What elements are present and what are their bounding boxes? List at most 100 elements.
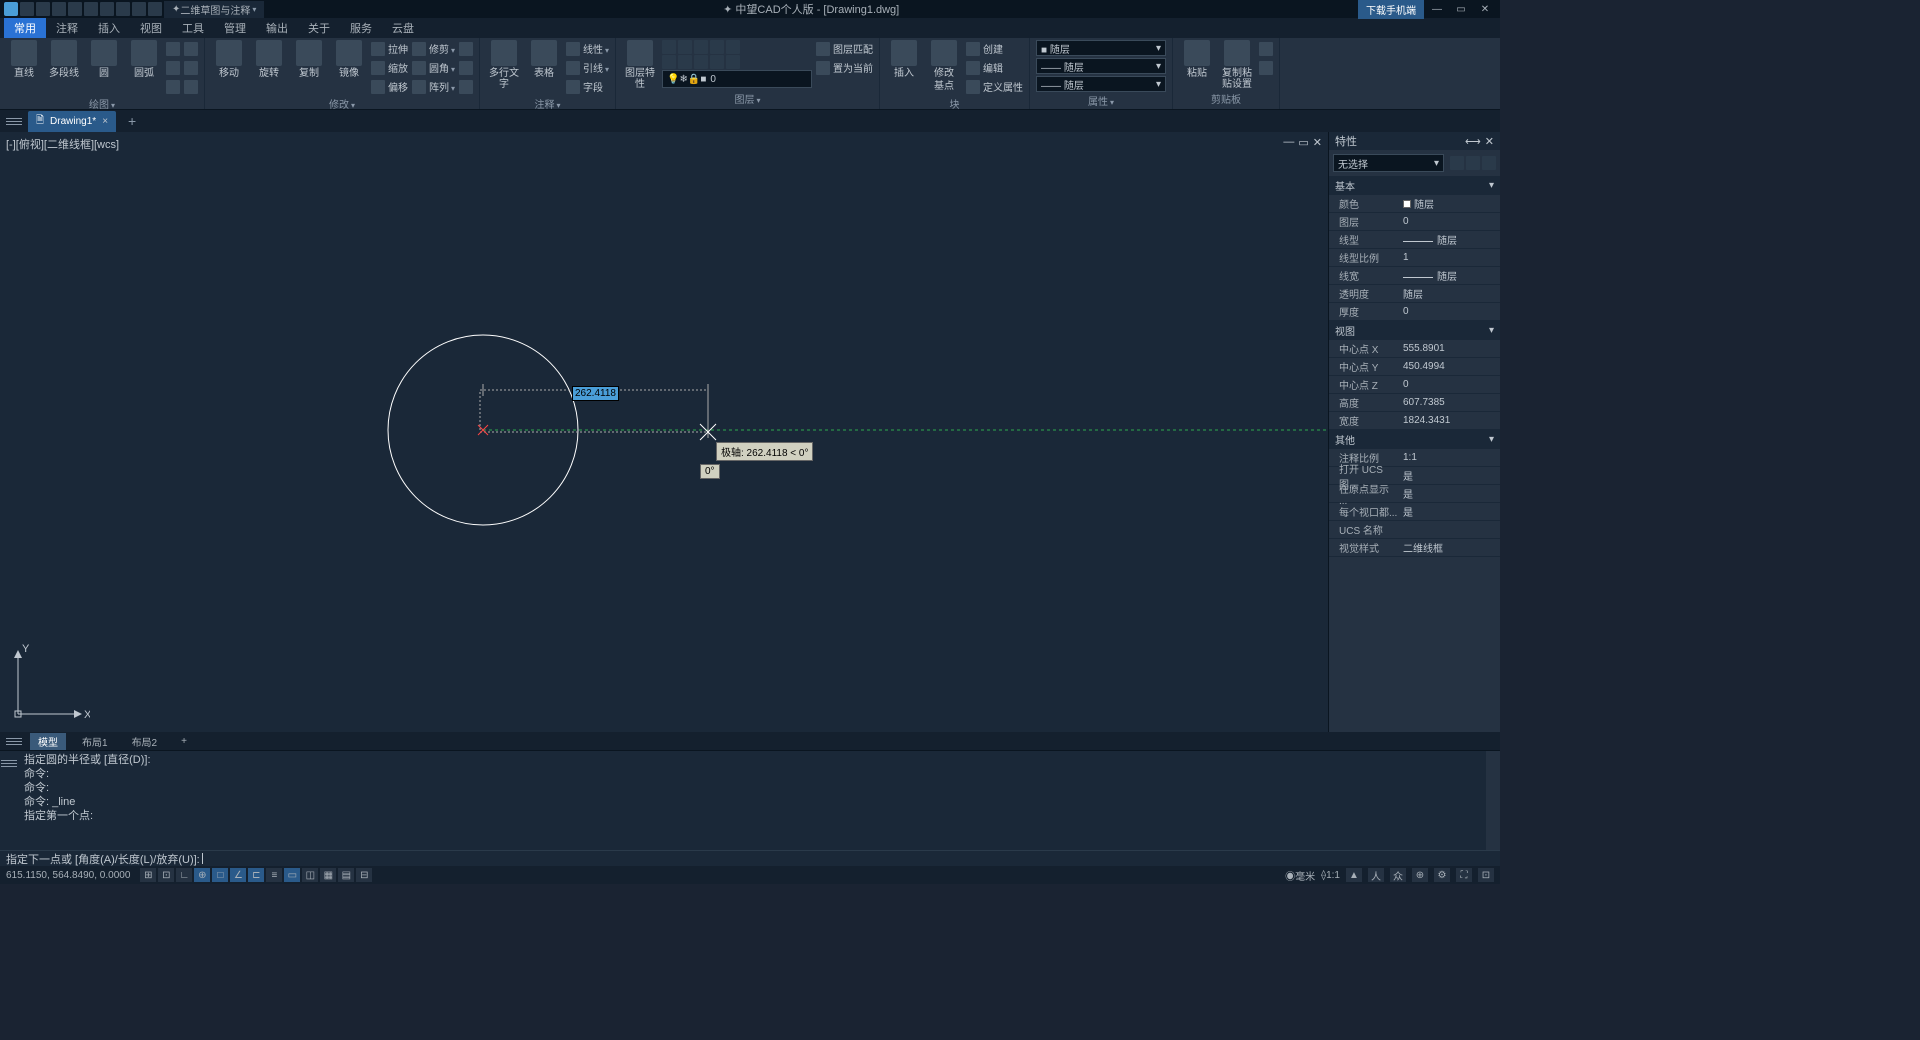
layer-tool-1[interactable] [662, 40, 676, 54]
maximize-button[interactable]: ▭ [1450, 2, 1472, 16]
section-view[interactable]: 视图▾ [1329, 321, 1500, 340]
dimension-input[interactable]: 262.4118 [572, 386, 619, 401]
layer-setcurrent-button[interactable]: 置为当前 [816, 59, 873, 76]
property-value[interactable]: 0 [1399, 216, 1500, 227]
linear-dim-button[interactable]: 线性 [566, 40, 609, 57]
property-row[interactable]: UCS 名称 [1329, 521, 1500, 539]
property-value[interactable]: 是 [1399, 486, 1500, 501]
modify-small-c[interactable] [459, 78, 473, 95]
circle-button[interactable]: 圆 [86, 40, 122, 79]
property-row[interactable]: 线型比例1 [1329, 249, 1500, 267]
property-value[interactable]: 1824.3431 [1399, 415, 1500, 426]
property-row[interactable]: 中心点 Z0 [1329, 376, 1500, 394]
fillet-button[interactable]: 圆角 [412, 59, 455, 76]
arc-button[interactable]: 圆弧 [126, 40, 162, 79]
close-tab-button[interactable]: × [102, 116, 108, 127]
qat-undo-icon[interactable] [116, 2, 130, 16]
sb-icon-1[interactable]: ▲ [1346, 868, 1362, 882]
grid-toggle[interactable]: ⊞ [140, 868, 156, 882]
new-tab-button[interactable]: + [122, 113, 142, 129]
panel-props-title[interactable]: 属性 [1036, 92, 1166, 109]
tab-cloud[interactable]: 云盘 [382, 18, 424, 38]
linetype-combo[interactable]: —— 随层▾ [1036, 58, 1166, 74]
polar-toggle[interactable]: ⊕ [194, 868, 210, 882]
layout-1[interactable]: 布局1 [74, 733, 116, 750]
copy-button[interactable]: 复制 [291, 40, 327, 79]
units-indicator[interactable]: ◉毫米 [1285, 868, 1315, 883]
ann-toggle[interactable]: ▤ [338, 868, 354, 882]
property-row[interactable]: 中心点 Y450.4994 [1329, 358, 1500, 376]
quickselect-icon[interactable] [1450, 156, 1464, 170]
layer-match-button[interactable]: 图层匹配 [816, 40, 873, 57]
layer-tool-6[interactable] [662, 55, 676, 69]
line-button[interactable]: 直线 [6, 40, 42, 79]
paste-button[interactable]: 粘贴 [1179, 40, 1215, 79]
dyn-toggle[interactable]: ⊏ [248, 868, 264, 882]
layer-tool-9[interactable] [710, 55, 724, 69]
property-row[interactable]: 宽度1824.3431 [1329, 412, 1500, 430]
lineweight-combo[interactable]: —— 随层▾ [1036, 76, 1166, 92]
property-value[interactable]: 随层 [1399, 268, 1500, 283]
table-button[interactable]: 表格 [526, 40, 562, 79]
pickadd-icon[interactable] [1466, 156, 1480, 170]
extra-toggle[interactable]: ⊟ [356, 868, 372, 882]
tab-about[interactable]: 关于 [298, 18, 340, 38]
polyline-button[interactable]: 多段线 [46, 40, 82, 79]
layout-add[interactable]: + [173, 735, 195, 748]
coords-readout[interactable]: 615.1150, 564.8490, 0.0000 [6, 870, 130, 881]
property-row[interactable]: 视觉样式二维线框 [1329, 539, 1500, 557]
layer-tool-4[interactable] [710, 40, 724, 54]
mirror-button[interactable]: 镜像 [331, 40, 367, 79]
osnap-toggle[interactable]: □ [212, 868, 228, 882]
property-value[interactable]: 随层 [1399, 286, 1500, 301]
layout-2[interactable]: 布局2 [124, 733, 166, 750]
snap-toggle[interactable]: ⊡ [158, 868, 174, 882]
property-value[interactable]: 0 [1399, 306, 1500, 317]
cmd-menu-icon[interactable] [1, 755, 17, 771]
selectobj-icon[interactable] [1482, 156, 1496, 170]
tab-output[interactable]: 输出 [256, 18, 298, 38]
property-value[interactable]: 607.7385 [1399, 397, 1500, 408]
qat-redo-icon[interactable] [132, 2, 146, 16]
property-value[interactable]: 二维线框 [1399, 540, 1500, 555]
doctabs-menu-icon[interactable] [6, 113, 22, 129]
sc-toggle[interactable]: ◫ [302, 868, 318, 882]
props-pin-icon[interactable]: ⟷ [1465, 135, 1481, 148]
trim-button[interactable]: 修剪 [412, 40, 455, 57]
qp-toggle[interactable]: ▭ [284, 868, 300, 882]
command-history[interactable]: 指定圆的半径或 [直径(D)]:命令:命令:命令: _line指定第一个点: [18, 751, 1486, 850]
sb-icon-3[interactable]: 众 [1390, 868, 1406, 882]
color-combo[interactable]: ■ 随层▾ [1036, 40, 1166, 56]
section-other[interactable]: 其他▾ [1329, 430, 1500, 449]
panel-modify-title[interactable]: 修改 [211, 95, 473, 112]
property-row[interactable]: 图层0 [1329, 213, 1500, 231]
draw-small-4[interactable] [184, 40, 198, 57]
draw-small-3[interactable] [166, 78, 180, 95]
property-value[interactable]: 0 [1399, 379, 1500, 390]
copy-settings-button[interactable]: 复制粘贴设置 [1219, 40, 1255, 90]
property-value[interactable]: 是 [1399, 468, 1500, 483]
sb-icon-2[interactable]: 人 [1368, 868, 1384, 882]
property-value[interactable]: 555.8901 [1399, 343, 1500, 354]
field-button[interactable]: 字段 [566, 78, 609, 95]
command-scrollbar[interactable] [1486, 751, 1500, 850]
block-create-button[interactable]: 创建 [966, 40, 1023, 57]
sb-icon-7[interactable]: ⊡ [1478, 868, 1494, 882]
tab-tools[interactable]: 工具 [172, 18, 214, 38]
props-close-icon[interactable]: ✕ [1485, 135, 1494, 148]
block-bedit-button[interactable]: 编辑 [966, 59, 1023, 76]
property-row[interactable]: 透明度随层 [1329, 285, 1500, 303]
scale-button[interactable]: 缩放 [371, 59, 408, 76]
sb-icon-6[interactable]: ⛶ [1456, 868, 1472, 882]
close-button[interactable]: ✕ [1474, 2, 1496, 16]
tab-insert[interactable]: 插入 [88, 18, 130, 38]
modify-small-a[interactable] [459, 40, 473, 57]
drawing-canvas[interactable]: [-][俯视][二维线框][wcs] — ▭ ✕ 262.4118 极轴: 26… [0, 132, 1328, 732]
qat-new-icon[interactable] [20, 2, 34, 16]
property-row[interactable]: 颜色随层 [1329, 195, 1500, 213]
block-edit-button[interactable]: 修改基点 [926, 40, 962, 92]
tab-manage[interactable]: 管理 [214, 18, 256, 38]
document-tab[interactable]: 🗎 Drawing1* × [28, 111, 116, 132]
layer-tool-8[interactable] [694, 55, 708, 69]
block-insert-button[interactable]: 插入 [886, 40, 922, 79]
